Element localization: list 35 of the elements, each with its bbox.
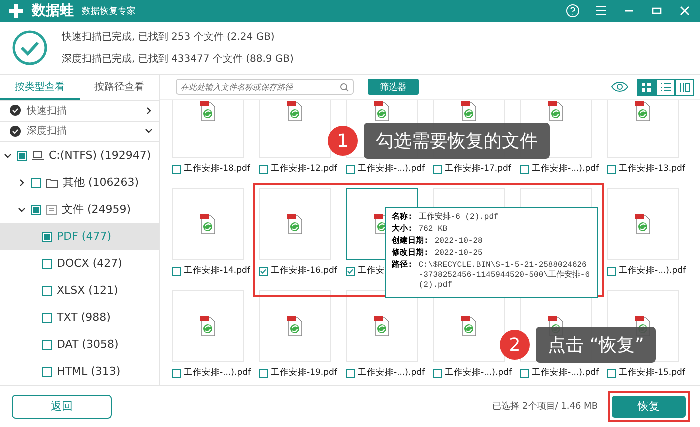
file-name: 工作安排-19.pdf: [271, 367, 338, 379]
app-subtitle: 数据恢复专家: [82, 6, 137, 18]
scan-result-text: 快速扫描已完成, 已找到 253 个文件 (2.24 GB): [62, 30, 276, 44]
tooltip-label: 修改日期:: [392, 249, 429, 259]
file-name: 工作安排-...).pdf: [184, 367, 251, 379]
file-name: 工作安排-18.pdf: [184, 163, 250, 175]
callout-tooltip: 点击 “恢复”: [536, 327, 656, 363]
tooltip-label: 创建日期:: [392, 237, 429, 247]
file-name: 工作安排-14.pdf: [184, 265, 250, 277]
scan-result-text: 深度扫描已完成, 已找到 433477 个文件 (88.9 GB): [62, 52, 294, 66]
tooltip-value: 2022-10-28: [434, 237, 483, 247]
app-logo: 数据蛙: [32, 2, 74, 20]
step-number-tooltip: 1: [328, 126, 358, 156]
tooltip-value: 2022-10-25: [434, 249, 483, 259]
file-name: 工作安排-12.pdf: [271, 163, 338, 175]
file-name: 工作安排-...).pdf: [358, 367, 425, 379]
file-name: 工作安排-...).pdf: [532, 367, 599, 379]
file-name: 工作安排-13.pdf: [619, 163, 686, 175]
file-name: 工作安排-16.pdf: [271, 265, 338, 277]
file-name: 工作安排-...).pdf: [619, 265, 686, 277]
tooltip-label: 路径:: [392, 261, 413, 272]
file-name: 工作安排-...).pdf: [358, 163, 425, 175]
tooltip-label: 名称:: [392, 213, 413, 223]
file-name: 工作安排-...).pdf: [532, 163, 599, 175]
tooltip-label: 大小:: [392, 225, 413, 235]
tooltip-value: C:\$RECYCLE.BIN\S-1-5-21-2588024626-3738252456-1145944520-500\工作安排-6 (2).pdf: [418, 261, 591, 291]
file-name: 工作安: [358, 265, 385, 277]
file-name: 工作安排-17.pdf: [445, 163, 512, 175]
file-name: 工作安排-...).pdf: [445, 367, 512, 379]
tooltip-value: 工作安排-6 (2).pdf: [418, 213, 499, 223]
callout-tooltip: 勾选需要恢复的文件: [364, 123, 550, 159]
file-name: 工作安排-15.pdf: [619, 367, 686, 379]
selection-status: 已选择 2个项目/ 1.46 MB: [492, 400, 598, 413]
tooltip-value: 762 KB: [418, 225, 448, 235]
step-number-tooltip: 2: [500, 330, 530, 360]
